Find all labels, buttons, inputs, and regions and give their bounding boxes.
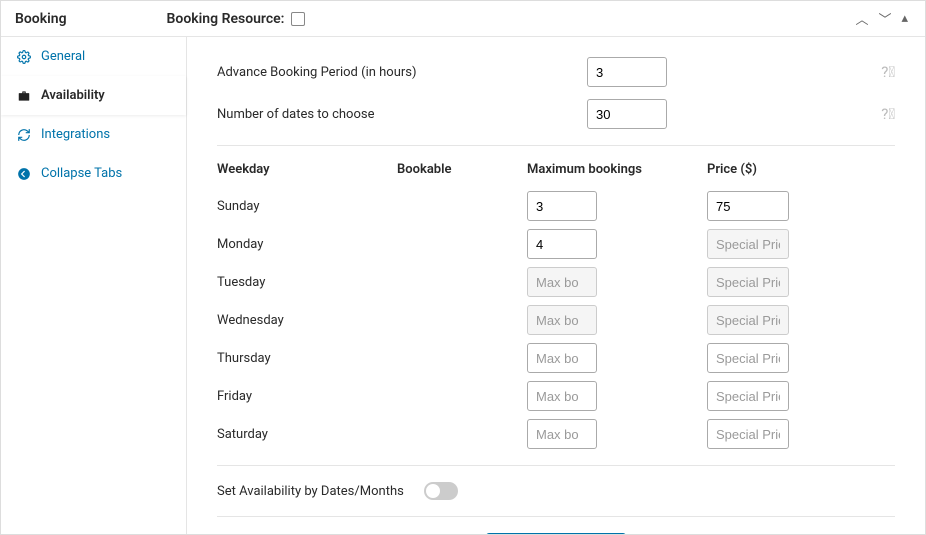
save-button[interactable]: Save Changes <box>486 533 625 534</box>
num-dates-label: Number of dates to choose <box>217 107 587 122</box>
divider <box>217 465 895 466</box>
price-input[interactable] <box>707 267 789 297</box>
advance-period-input[interactable] <box>587 57 667 87</box>
weekday-grid: Weekday Bookable Maximum bookings Price … <box>217 162 895 449</box>
panel-collapse[interactable]: ▴ <box>898 11 911 26</box>
panel-header: Booking Booking Resource: ︿ ﹀ ▴ <box>1 1 925 37</box>
weekday-name: Sunday <box>217 199 397 214</box>
booking-resource-label: Booking Resource: <box>167 11 305 27</box>
num-dates-input[interactable] <box>587 99 667 129</box>
panel-header-controls: ︿ ﹀ ▴ <box>852 9 911 28</box>
sidebar-item-label: Collapse Tabs <box>41 166 122 181</box>
price-input[interactable] <box>707 343 789 373</box>
max-bookings-input[interactable] <box>527 381 597 411</box>
max-bookings-input[interactable] <box>527 419 597 449</box>
main-content: Advance Booking Period (in hours) ?⃝ Num… <box>187 37 925 534</box>
price-input[interactable] <box>707 305 789 335</box>
weekday-name: Monday <box>217 237 397 252</box>
panel-move-up[interactable]: ︿ <box>852 9 871 28</box>
max-bookings-input[interactable] <box>527 305 597 335</box>
panel-body: General Availability Integrations Collap… <box>1 37 925 534</box>
sidebar-item-label: Integrations <box>41 127 110 142</box>
max-bookings-input[interactable] <box>527 343 597 373</box>
help-icon[interactable]: ?⃝ <box>881 105 895 123</box>
num-dates-row: Number of dates to choose ?⃝ <box>217 99 895 129</box>
set-availability-label: Set Availability by Dates/Months <box>217 484 404 499</box>
set-availability-row: Set Availability by Dates/Months <box>217 482 895 500</box>
col-header-weekday: Weekday <box>217 162 397 177</box>
max-bookings-input[interactable] <box>527 267 597 297</box>
save-row: Save Changes <box>217 533 895 534</box>
divider <box>217 145 895 146</box>
weekday-name: Saturday <box>217 427 397 442</box>
panel-title: Booking <box>15 11 67 27</box>
refresh-icon <box>17 128 31 142</box>
booking-resource-text: Booking Resource: <box>167 11 285 27</box>
help-icon[interactable]: ?⃝ <box>881 63 895 81</box>
booking-resource-checkbox[interactable] <box>291 12 305 26</box>
weekday-name: Tuesday <box>217 275 397 290</box>
gear-icon <box>17 50 31 64</box>
arrow-left-circle-icon <box>17 167 31 181</box>
briefcase-icon <box>17 89 31 103</box>
advance-period-label: Advance Booking Period (in hours) <box>217 65 587 80</box>
weekday-name: Friday <box>217 389 397 404</box>
max-bookings-input[interactable] <box>527 229 597 259</box>
max-bookings-input[interactable] <box>527 191 597 221</box>
sidebar-item-label: Availability <box>41 88 105 103</box>
panel-move-down[interactable]: ﹀ <box>875 9 894 28</box>
sidebar-item-label: General <box>41 49 85 64</box>
col-header-price: Price ($) <box>707 162 895 177</box>
weekday-name: Wednesday <box>217 313 397 328</box>
price-input[interactable] <box>707 419 789 449</box>
panel-header-left: Booking Booking Resource: <box>15 11 305 27</box>
col-header-bookable: Bookable <box>397 162 527 177</box>
col-header-max: Maximum bookings <box>527 162 707 177</box>
sidebar-item-collapse-tabs[interactable]: Collapse Tabs <box>1 154 186 193</box>
booking-panel: Booking Booking Resource: ︿ ﹀ ▴ General <box>0 0 926 535</box>
price-input[interactable] <box>707 191 789 221</box>
price-input[interactable] <box>707 229 789 259</box>
sidebar-item-integrations[interactable]: Integrations <box>1 115 186 154</box>
advance-period-row: Advance Booking Period (in hours) ?⃝ <box>217 57 895 87</box>
divider <box>217 516 895 517</box>
weekday-name: Thursday <box>217 351 397 366</box>
set-availability-toggle[interactable] <box>424 482 458 500</box>
sidebar: General Availability Integrations Collap… <box>1 37 187 534</box>
price-input[interactable] <box>707 381 789 411</box>
sidebar-item-availability[interactable]: Availability <box>1 76 186 115</box>
sidebar-item-general[interactable]: General <box>1 37 186 76</box>
